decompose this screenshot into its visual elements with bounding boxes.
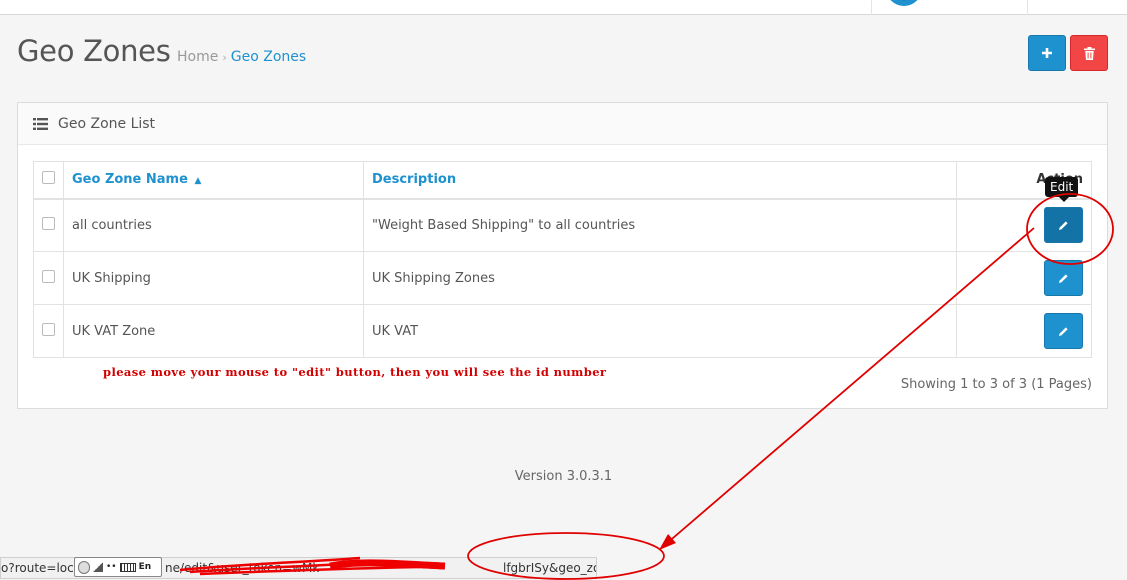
sort-by-name-link[interactable]: Geo Zone Name ▲ bbox=[72, 172, 201, 187]
page-header: Geo Zones Home › Geo Zones bbox=[17, 34, 306, 68]
geo-zone-description: UK Shipping Zones bbox=[372, 270, 495, 286]
edit-button[interactable] bbox=[1044, 260, 1083, 296]
column-name-label: Geo Zone Name bbox=[72, 172, 188, 188]
breadcrumb-home-link[interactable]: Home bbox=[177, 49, 218, 65]
navbar-divider bbox=[1027, 0, 1028, 15]
panel-title: Geo Zone List bbox=[58, 115, 156, 132]
table-header-row: Geo Zone Name ▲ Description Action bbox=[33, 161, 1092, 200]
pagination-info: Showing 1 to 3 of 3 (1 Pages) bbox=[900, 377, 1092, 392]
action-cell bbox=[956, 304, 1092, 358]
sort-caret-icon: ▲ bbox=[194, 176, 202, 187]
row-select-cell bbox=[33, 304, 64, 358]
pencil-icon bbox=[1059, 326, 1068, 336]
annotation-arrow-head bbox=[659, 534, 676, 550]
trash-icon bbox=[1083, 46, 1095, 60]
row-checkbox[interactable] bbox=[42, 322, 55, 336]
ime-language-label: En bbox=[138, 562, 152, 572]
footer-version: Version 3.0.3.1 bbox=[514, 469, 613, 484]
action-cell bbox=[956, 198, 1092, 252]
table-row: UK VAT Zone UK VAT bbox=[33, 304, 1092, 358]
pencil-icon bbox=[1059, 221, 1068, 230]
add-geo-zone-button[interactable] bbox=[1028, 35, 1066, 71]
geo-zone-list-panel: Geo Zone List Geo Zone Name ▲ Descriptio… bbox=[17, 102, 1108, 409]
breadcrumb-separator: › bbox=[222, 51, 227, 64]
row-checkbox[interactable] bbox=[42, 269, 55, 283]
select-all-cell bbox=[33, 161, 64, 200]
edit-tooltip: Edit bbox=[1045, 177, 1079, 202]
geo-zone-name: UK Shipping bbox=[72, 270, 151, 286]
column-header-name: Geo Zone Name ▲ bbox=[63, 161, 364, 200]
row-select-cell bbox=[33, 251, 64, 305]
geo-zone-description: "Weight Based Shipping" to all countries bbox=[372, 217, 636, 233]
sort-by-description-link[interactable]: Description bbox=[372, 172, 456, 187]
logo-icon bbox=[890, 0, 918, 6]
geo-zone-table: Geo Zone Name ▲ Description Action all c… bbox=[33, 161, 1092, 358]
status-url-start: o?route=loca bbox=[1, 561, 82, 575]
delete-button[interactable] bbox=[1070, 35, 1108, 71]
plus-icon bbox=[1042, 48, 1052, 58]
breadcrumb-current-link[interactable]: Geo Zones bbox=[231, 49, 306, 65]
ime-logo-icon bbox=[78, 560, 90, 574]
geo-zone-name-cell: all countries bbox=[63, 198, 364, 252]
description-cell: UK Shipping Zones bbox=[363, 251, 957, 305]
action-cell bbox=[956, 251, 1092, 305]
geo-zone-name: UK VAT Zone bbox=[72, 323, 156, 339]
keyboard-icon bbox=[119, 562, 136, 572]
edit-button[interactable] bbox=[1044, 207, 1083, 244]
redaction-scribble bbox=[179, 556, 446, 576]
dots-icon: •• bbox=[106, 562, 117, 572]
signal-icon bbox=[93, 562, 103, 572]
geo-zone-name-cell: UK Shipping bbox=[63, 251, 364, 305]
row-checkbox[interactable] bbox=[42, 216, 55, 230]
annotation-instruction: please move your mouse to "edit" button,… bbox=[103, 365, 607, 379]
top-navbar bbox=[0, 0, 1127, 15]
geo-zone-description: UK VAT bbox=[372, 323, 419, 339]
geo-zone-name: all countries bbox=[72, 217, 152, 233]
row-select-cell bbox=[33, 198, 64, 252]
column-header-description: Description bbox=[363, 161, 957, 200]
navbar-divider bbox=[871, 0, 872, 15]
list-icon bbox=[33, 117, 48, 130]
pencil-icon bbox=[1059, 273, 1068, 283]
page-title: Geo Zones bbox=[17, 34, 171, 68]
geo-zone-name-cell: UK VAT Zone bbox=[63, 304, 364, 358]
panel-heading: Geo Zone List bbox=[18, 103, 1107, 145]
table-row: all countries "Weight Based Shipping" to… bbox=[33, 198, 1092, 252]
table-row: UK Shipping UK Shipping Zones bbox=[33, 251, 1092, 305]
description-cell: UK VAT bbox=[363, 304, 957, 358]
status-url-end: lfgbrISy&geo_zone_id=5 bbox=[503, 561, 596, 575]
breadcrumb: Home › Geo Zones bbox=[177, 49, 306, 65]
edit-button[interactable] bbox=[1044, 313, 1083, 349]
select-all-checkbox[interactable] bbox=[42, 171, 55, 185]
ime-toolbar[interactable]: •• En bbox=[74, 557, 162, 577]
description-cell: "Weight Based Shipping" to all countries bbox=[363, 198, 957, 252]
